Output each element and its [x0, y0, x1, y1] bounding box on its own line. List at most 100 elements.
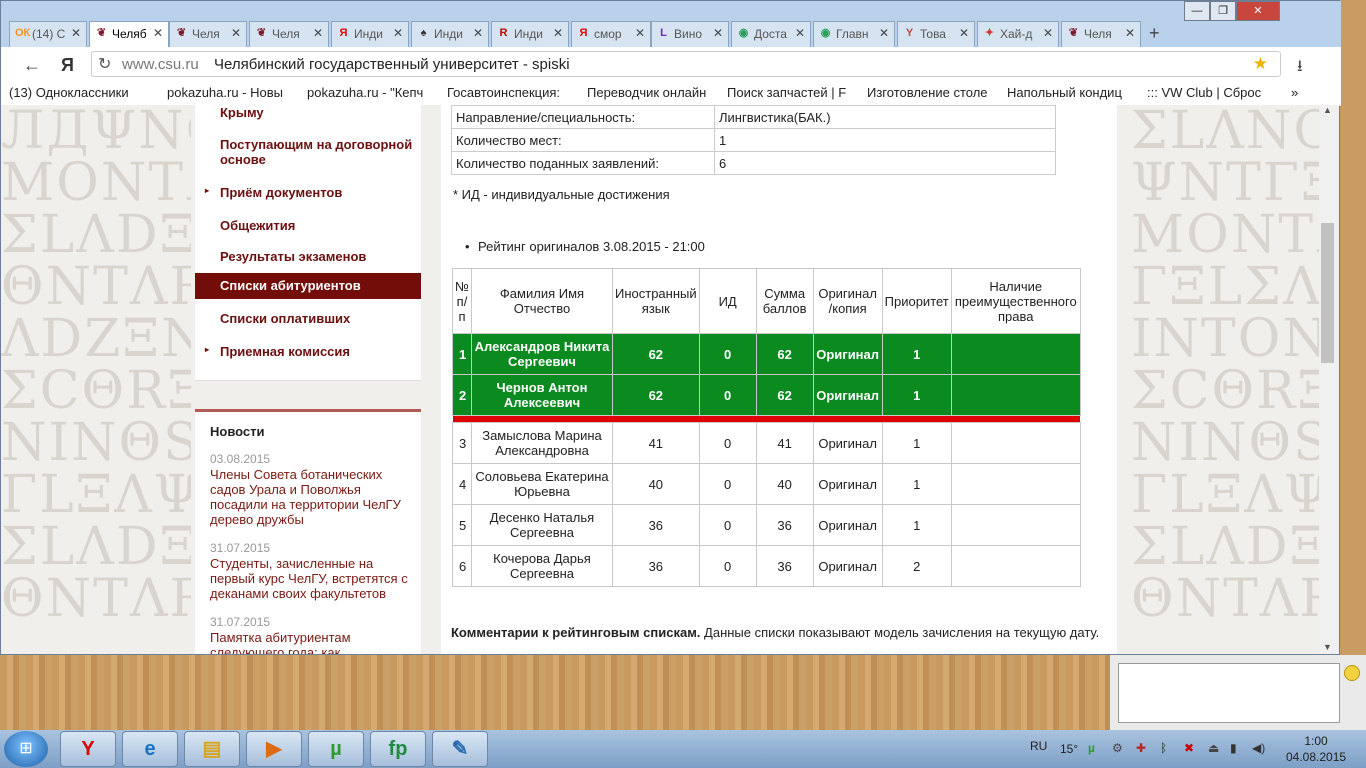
minimize-button[interactable]: —	[1184, 1, 1210, 21]
utorrent-icon[interactable]: µ	[308, 731, 364, 767]
bookmark-item[interactable]: pokazuha.ru - Новы	[167, 85, 299, 100]
close-window-button[interactable]: ✕	[1236, 1, 1280, 21]
csu-icon: ❦	[1068, 27, 1079, 39]
tab-label: Челя	[1084, 27, 1112, 41]
bookmark-item[interactable]: Переводчик онлайн	[587, 85, 719, 100]
yandex-browser-icon[interactable]: Y	[60, 731, 116, 767]
tab-3[interactable]: ❦ Челя ✕	[169, 21, 247, 47]
tab-13[interactable]: ✦ Хай-д ✕	[977, 21, 1059, 47]
bookmark-item[interactable]: Поиск запчастей | F	[727, 85, 859, 100]
news-link[interactable]: Члены Совета ботанических садов Урала и …	[210, 467, 410, 527]
tab-2[interactable]: ❦ Челяб ✕	[89, 21, 169, 47]
tab-label: Главн	[836, 27, 869, 41]
usb-icon[interactable]: ⏏	[1208, 741, 1219, 755]
tab-1[interactable]: ОК (14) C ✕	[9, 21, 87, 47]
col-header-number: № п/п	[452, 268, 472, 334]
bookmark-item[interactable]: Напольный кондиц	[1007, 85, 1139, 100]
r-icon: R	[499, 27, 508, 39]
reload-icon[interactable]: ↻	[98, 54, 111, 74]
ranking-comment: Комментарии к рейтинговым спискам. Данны…	[451, 625, 1099, 640]
smiley-icon[interactable]	[1344, 665, 1360, 681]
tab-5[interactable]: Я Инди ✕	[331, 21, 409, 47]
bookmark-item[interactable]: »	[1291, 85, 1311, 100]
volume-icon[interactable]: ◀)	[1252, 741, 1265, 755]
antivirus-icon[interactable]: ✚	[1136, 741, 1146, 755]
network-warning-icon[interactable]: ✖	[1184, 741, 1194, 755]
close-tab-icon[interactable]: ✕	[71, 26, 81, 40]
close-tab-icon[interactable]: ✕	[473, 26, 483, 40]
bookmark-item[interactable]: (13) Одноклассники	[9, 85, 159, 100]
close-tab-icon[interactable]: ✕	[553, 26, 563, 40]
tray-icon[interactable]: ⚙	[1112, 741, 1123, 755]
close-tab-icon[interactable]: ✕	[795, 26, 805, 40]
clock[interactable]: 1:00 04.08.2015	[1286, 733, 1346, 765]
sidebar-item[interactable]: Крыму	[195, 105, 421, 120]
fastreport-icon[interactable]: fp	[370, 731, 426, 767]
start-button[interactable]: ⊞	[4, 731, 48, 767]
close-tab-icon[interactable]: ✕	[879, 26, 889, 40]
close-tab-icon[interactable]: ✕	[1043, 26, 1053, 40]
tab-7[interactable]: R Инди ✕	[491, 21, 569, 47]
cell-language: 36	[612, 504, 700, 546]
close-tab-icon[interactable]: ✕	[231, 26, 241, 40]
address-bar[interactable]: ↻ www.csu.ru Челябинский государственный…	[91, 51, 1281, 77]
sidebar-item[interactable]: Результаты экзаменов	[195, 249, 421, 264]
sidebar-item[interactable]: ▸ Приемная комиссия	[195, 344, 421, 359]
background-pattern-left: ЛДΨNOSMONTЯVSΣLΛDΞΓΘNΤΛRISΛDZΞNΓΣCΘRΞΛNΙ…	[1, 105, 191, 629]
maximize-button[interactable]: ❐	[1210, 1, 1236, 21]
tab-label: Вино	[674, 27, 703, 41]
tab-6[interactable]: ♠ Инди ✕	[411, 21, 489, 47]
bookmark-star-icon[interactable]: ★	[1253, 54, 1268, 74]
close-tab-icon[interactable]: ✕	[393, 26, 403, 40]
media-player-icon[interactable]: ▶	[246, 731, 302, 767]
cell-name: Кочерова Дарья Сергеевна	[471, 545, 613, 587]
ranking-table: № п/п Фамилия Имя Отчество Иностранный я…	[452, 268, 1081, 587]
tab-9[interactable]: L Вино ✕	[651, 21, 729, 47]
sidebar-item[interactable]: Списки оплативших	[195, 311, 421, 326]
scroll-thumb[interactable]	[1321, 223, 1334, 363]
close-tab-icon[interactable]: ✕	[313, 26, 323, 40]
scroll-up-icon[interactable]: ▲	[1323, 105, 1332, 115]
tab-8[interactable]: Ясмор ✕	[571, 21, 651, 47]
tab-12[interactable]: Y Това ✕	[897, 21, 975, 47]
utorrent-tray-icon[interactable]: µ	[1088, 741, 1095, 755]
cell-number: 3	[452, 422, 472, 464]
language-indicator[interactable]: RU	[1030, 739, 1047, 753]
new-tab-button[interactable]: +	[1149, 23, 1160, 44]
close-tab-icon[interactable]: ✕	[153, 26, 163, 40]
tab-4[interactable]: ❦ Челя ✕	[249, 21, 329, 47]
notepad-icon[interactable]: ✎	[432, 731, 488, 767]
download-icon[interactable]: ⭳	[1297, 55, 1303, 82]
bookmark-item[interactable]: Изготовление столе	[867, 85, 999, 100]
yandex-logo[interactable]: Я	[61, 55, 74, 76]
cell-name: Соловьева Екатерина Юрьевна	[471, 463, 613, 505]
close-tab-icon[interactable]: ✕	[959, 26, 969, 40]
signal-icon[interactable]: ▮	[1230, 741, 1237, 755]
sidebar-item-label: Приемная комиссия	[220, 344, 350, 359]
bookmark-item[interactable]: pokazuha.ru - "Кепч	[307, 85, 439, 100]
l-icon: L	[660, 27, 667, 39]
bookmark-item[interactable]: ::: VW Club | Сброс	[1147, 85, 1279, 100]
sidebar-item[interactable]: Общежития	[195, 218, 421, 233]
explorer-folder-icon[interactable]: ▤	[184, 731, 240, 767]
cell-language: 40	[612, 463, 700, 505]
back-button[interactable]: ←	[23, 55, 41, 76]
tab-14[interactable]: ❦ Челя ✕	[1061, 21, 1141, 47]
close-tab-icon[interactable]: ✕	[713, 26, 723, 40]
tab-11[interactable]: ◉ Главн ✕	[813, 21, 895, 47]
news-link[interactable]: Студенты, зачисленные на первый курс Чел…	[210, 556, 410, 601]
tab-label: Инди	[514, 27, 543, 41]
bookmark-item[interactable]: Госавтоинспекция:	[447, 85, 579, 100]
sidebar-item[interactable]: ▸ Приём документов	[195, 185, 421, 200]
close-tab-icon[interactable]: ✕	[1125, 26, 1135, 40]
close-tab-icon[interactable]: ✕	[635, 26, 645, 40]
sidebar-item[interactable]: Поступающим на договорной основе	[195, 137, 421, 167]
sidebar-item[interactable]: Списки абитуриентов	[195, 273, 421, 299]
bluetooth-icon[interactable]: ᛒ	[1160, 741, 1167, 755]
tab-10[interactable]: ◉ Доста ✕	[731, 21, 811, 47]
news-link[interactable]: Памятка абитуриентам следующего года: ка…	[210, 630, 410, 654]
scroll-down-icon[interactable]: ▼	[1323, 642, 1332, 652]
ie-icon[interactable]: e	[122, 731, 178, 767]
cell-original: Оригинал	[812, 422, 883, 464]
vertical-scrollbar[interactable]: ▲ ▼	[1319, 105, 1339, 654]
